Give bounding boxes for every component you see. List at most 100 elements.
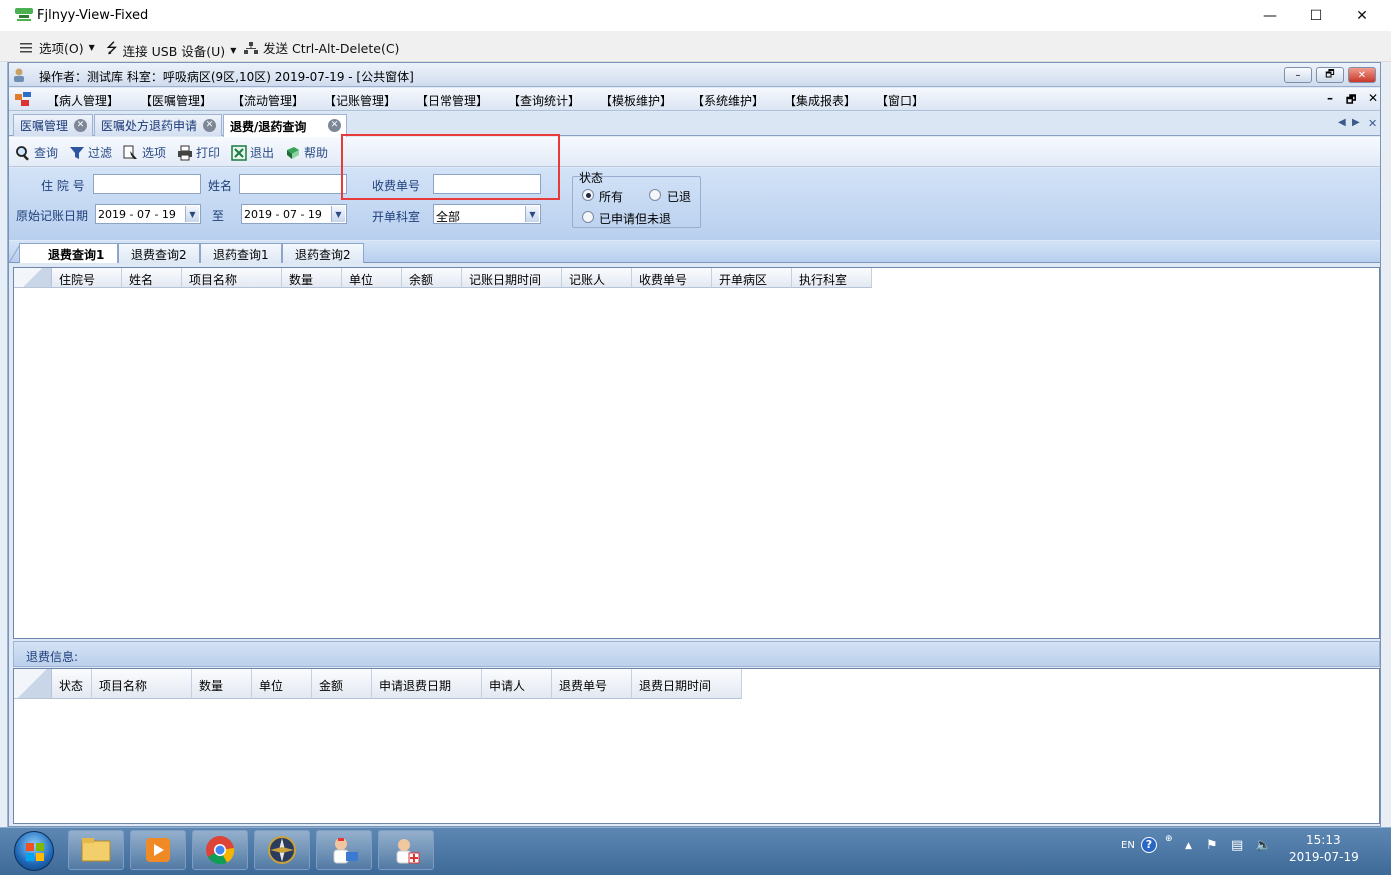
subtab-drug-query-2[interactable]: 退药查询2: [282, 243, 364, 263]
close-icon[interactable]: ✕: [203, 119, 216, 132]
subtab-fee-query-2[interactable]: 退费查询2: [118, 243, 200, 263]
column-header[interactable]: 记账日期时间: [462, 268, 562, 288]
send-ctrl-alt-del[interactable]: 发送 Ctrl-Alt-Delete(C): [244, 38, 399, 57]
column-header[interactable]: 状态: [52, 669, 92, 699]
tab-label: 退费/退药查询: [230, 119, 307, 134]
menu-window[interactable]: 【窗口】: [876, 92, 924, 109]
mdi-minimize-button[interactable]: –: [1284, 67, 1312, 83]
column-header[interactable]: 项目名称: [92, 669, 192, 699]
column-header[interactable]: 余额: [402, 268, 462, 288]
language-indicator[interactable]: EN: [1121, 840, 1135, 851]
column-header[interactable]: 退费日期时间: [632, 669, 742, 699]
taskbar-chrome[interactable]: [192, 830, 248, 870]
taskbar-explorer[interactable]: [68, 830, 124, 870]
taskbar-nurse-app[interactable]: [316, 830, 372, 870]
usb-menu[interactable]: ⭍ 连接 USB 设备(U) ▼: [106, 38, 236, 62]
column-header[interactable]: 执行科室: [792, 268, 872, 288]
refund-info-grid[interactable]: 状态 项目名称 数量 单位 金额 申请退费日期 申请人 退费单号 退费日期时间: [13, 668, 1380, 824]
clock-date[interactable]: 2019-07-19: [1289, 850, 1359, 864]
tab-scroll-right-icon[interactable]: ▶: [1352, 117, 1360, 128]
menu-template[interactable]: 【模板维护】: [600, 92, 672, 109]
menu-billing[interactable]: 【记账管理】: [324, 92, 396, 109]
clock-time[interactable]: 15:13: [1306, 833, 1341, 847]
tab-refund-query[interactable]: 退费/退药查询 ✕: [223, 114, 347, 137]
tab-orders[interactable]: 医嘱管理 ✕: [13, 114, 93, 136]
tab-refund-request[interactable]: 医嘱处方退药申请 ✕: [94, 114, 222, 136]
column-header[interactable]: 申请人: [482, 669, 552, 699]
subtab-drug-query-1[interactable]: 退药查询1: [200, 243, 282, 263]
menu-query[interactable]: 【查询统计】: [508, 92, 580, 109]
chevron-down-icon[interactable]: ▼: [185, 206, 199, 222]
column-header[interactable]: 单位: [252, 669, 312, 699]
start-button[interactable]: [14, 831, 54, 871]
child-close-button[interactable]: ✕: [1368, 91, 1378, 105]
column-header[interactable]: 住院号: [52, 268, 122, 288]
refund-info-label: 退费信息:: [26, 650, 79, 664]
status-pending-radio[interactable]: [582, 211, 594, 223]
menu-system[interactable]: 【系统维护】: [692, 92, 764, 109]
menu-flow[interactable]: 【流动管理】: [232, 92, 304, 109]
query-button[interactable]: 查询: [15, 144, 58, 161]
grid-corner[interactable]: [14, 268, 52, 288]
column-header[interactable]: 收费单号: [632, 268, 712, 288]
inpatient-no-input[interactable]: [93, 174, 201, 194]
column-header[interactable]: 申请退费日期: [372, 669, 482, 699]
column-header[interactable]: 金额: [312, 669, 372, 699]
options-label: 选项: [142, 146, 167, 160]
child-minimize-button[interactable]: –: [1327, 91, 1333, 105]
options-menu[interactable]: 选项(O) ▼: [20, 38, 95, 57]
status-refunded-radio[interactable]: [649, 189, 661, 201]
refund-query-grid[interactable]: 住院号 姓名 项目名称 数量 单位 余额 记账日期时间 记账人 收费单号 开单病…: [13, 267, 1380, 639]
column-header[interactable]: 数量: [192, 669, 252, 699]
menu-orders[interactable]: 【医嘱管理】: [140, 92, 212, 109]
menu-patient[interactable]: 【病人管理】: [47, 92, 119, 109]
close-icon[interactable]: ✕: [74, 119, 87, 132]
column-header[interactable]: 记账人: [562, 268, 632, 288]
mdi-close-button[interactable]: ✕: [1348, 67, 1376, 83]
print-button[interactable]: 打印: [177, 144, 220, 161]
menu-daily[interactable]: 【日常管理】: [416, 92, 488, 109]
taskbar-compass-app[interactable]: [254, 830, 310, 870]
app-window: 操作者：测试库 科室：呼吸病区(9区,10区) 2019-07-19 - [公共…: [8, 62, 1381, 827]
status-all-radio[interactable]: [582, 189, 594, 201]
minimize-button[interactable]: —: [1247, 0, 1293, 32]
column-header[interactable]: 姓名: [122, 268, 182, 288]
exit-button[interactable]: 退出: [231, 144, 274, 161]
column-header[interactable]: 数量: [282, 268, 342, 288]
column-header[interactable]: 开单病区: [712, 268, 792, 288]
menu-reports[interactable]: 【集成报表】: [784, 92, 856, 109]
filter-button[interactable]: 过滤: [69, 144, 112, 161]
subtab-fee-query-1[interactable]: 退费查询1: [19, 243, 118, 263]
taskbar-his-app[interactable]: [378, 830, 434, 870]
date-from-picker[interactable]: 2019 - 07 - 19 ▼: [95, 204, 201, 224]
printer-icon: [178, 145, 192, 160]
options-button[interactable]: 选项: [123, 144, 166, 161]
help-button[interactable]: 帮助: [285, 144, 328, 161]
ime-icon[interactable]: ⊕: [1165, 834, 1173, 844]
name-input[interactable]: [239, 174, 347, 194]
tray-expand-icon[interactable]: ▲: [1185, 841, 1192, 851]
receipt-no-input[interactable]: [433, 174, 541, 194]
dept-select[interactable]: 全部 ▼: [433, 204, 541, 224]
chevron-down-icon[interactable]: ▼: [525, 206, 539, 222]
tab-scroll-left-icon[interactable]: ◀: [1338, 117, 1346, 128]
date-to-picker[interactable]: 2019 - 07 - 19 ▼: [241, 204, 347, 224]
column-header[interactable]: 项目名称: [182, 268, 282, 288]
column-header[interactable]: 退费单号: [552, 669, 632, 699]
mdi-restore-button[interactable]: 🗗: [1316, 67, 1344, 83]
volume-muted-icon[interactable]: 🔈: [1255, 838, 1271, 853]
column-header[interactable]: 单位: [342, 268, 402, 288]
chevron-down-icon[interactable]: ▼: [331, 206, 345, 222]
status-title: 状态: [579, 171, 604, 185]
tab-close-all-icon[interactable]: ✕: [1368, 117, 1377, 130]
close-icon[interactable]: ✕: [328, 119, 341, 132]
network-icon[interactable]: ▤: [1231, 838, 1243, 853]
refund-info-bar: 退费信息:: [13, 641, 1380, 667]
maximize-button[interactable]: ☐: [1293, 0, 1339, 32]
taskbar-media-player[interactable]: [130, 830, 186, 870]
child-restore-button[interactable]: 🗗: [1346, 91, 1356, 110]
grid-corner[interactable]: [14, 669, 52, 699]
close-button[interactable]: ✕: [1339, 0, 1385, 32]
help-icon[interactable]: ?: [1141, 837, 1157, 853]
flag-icon[interactable]: ⚑: [1206, 838, 1218, 853]
